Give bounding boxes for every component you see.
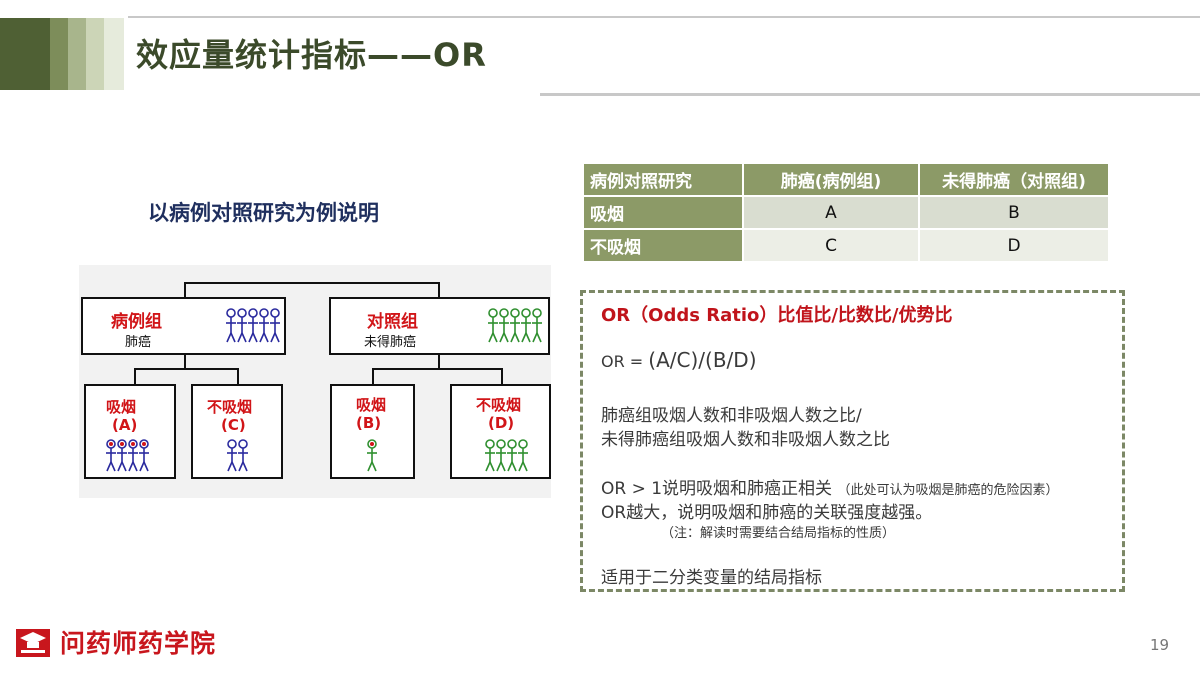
connector (184, 354, 186, 369)
table-header-cell: 病例对照研究 (582, 162, 744, 197)
or-explanation-box: OR（Odds Ratio）比值比/比数比/优势比 OR = (A/C)/(B/… (580, 290, 1125, 592)
or-desc-line-2: 未得肺癌组吸烟人数和非吸烟人数之比 (601, 430, 890, 450)
table-header-cell: 肺癌(病例组) (742, 162, 920, 197)
connector (184, 282, 440, 284)
or-rule-1: OR > 1说明吸烟和肺癌正相关 （此处可认为吸烟是肺癌的危险因素） (601, 474, 1058, 499)
page-number: 19 (1150, 636, 1170, 654)
table-row: 吸烟 A B (582, 195, 1110, 230)
control-group-box: 对照组 未得肺癌 (329, 297, 550, 355)
cell-c-label: 不吸烟 (207, 398, 253, 416)
control-people-icon (488, 308, 542, 343)
header-underline (540, 93, 1200, 96)
header-top-line (128, 16, 1200, 18)
header-color-bars (0, 18, 124, 90)
cell-d-label: 不吸烟 (476, 396, 522, 414)
or-rule-1-note: （此处可认为吸烟是肺癌的危险因素） (837, 483, 1059, 498)
connector (438, 354, 440, 369)
slide-subtitle: 以病例对照研究为例说明 (148, 201, 379, 225)
or-formula-value: (A/C)/(B/D) (648, 348, 757, 372)
connector (184, 282, 186, 298)
cell-b-box: 吸烟 (B) (330, 384, 415, 479)
case-people-icon (226, 308, 280, 343)
smoker-control-person-icon (367, 439, 377, 472)
or-desc-line-1: 肺癌组吸烟人数和非吸烟人数之比/ (601, 406, 862, 426)
case-group-box: 病例组 肺癌 (81, 297, 286, 355)
table-header-cell: 未得肺癌（对照组) (918, 162, 1110, 197)
or-rule-1-text: OR > 1说明吸烟和肺癌正相关 (601, 479, 833, 499)
case-group-title: 病例组 (111, 312, 162, 332)
graduation-cap-icon (16, 629, 50, 657)
page-title: 效应量统计指标——OR (136, 36, 487, 74)
control-group-sub: 未得肺癌 (364, 335, 417, 350)
or-rule-2: OR越大，说明吸烟和肺癌的关联强度越强。 (601, 503, 933, 523)
connector (501, 368, 503, 385)
brand-name: 问药师药学院 (60, 629, 217, 658)
contingency-table: 病例对照研究 肺癌(病例组) 未得肺癌（对照组) 吸烟 A B 不吸烟 C D (582, 162, 1110, 263)
case-group-sub: 肺癌 (125, 335, 152, 350)
connector (438, 282, 440, 298)
or-formula: OR = (A/C)/(B/D) (601, 348, 757, 372)
cell-a-box: 吸烟 (A) (84, 384, 176, 479)
cell-c-letter: (C) (221, 416, 246, 434)
connector (134, 368, 239, 370)
cell-b-letter: (B) (356, 414, 382, 432)
or-applies: 适用于二分类变量的结局指标 (601, 568, 822, 588)
cell-c-box: 不吸烟 (C) (191, 384, 283, 479)
table-cell: B (918, 195, 1110, 230)
table-row: 不吸烟 C D (582, 228, 1110, 263)
connector (237, 368, 239, 385)
nonsmoker-case-people-icon (227, 439, 248, 472)
or-note: （注：解读时需要结合结局指标的性质） (661, 526, 896, 541)
table-cell: D (918, 228, 1110, 263)
or-formula-prefix: OR = (601, 352, 649, 371)
control-group-title: 对照组 (367, 312, 418, 332)
table-cell: C (742, 228, 920, 263)
nonsmoker-control-people-icon (485, 439, 528, 472)
table-row-label: 吸烟 (582, 195, 744, 230)
cell-a-label: 吸烟 (106, 398, 137, 416)
connector (372, 368, 374, 385)
brand-logo: 问药师药学院 (14, 624, 216, 660)
cell-d-letter: (D) (488, 414, 515, 432)
table-cell: A (742, 195, 920, 230)
cell-a-letter: (A) (112, 416, 138, 434)
smoker-case-people-icon (106, 439, 149, 472)
cell-b-label: 吸烟 (356, 396, 387, 414)
table-row-label: 不吸烟 (582, 228, 744, 263)
connector (134, 368, 136, 385)
table-header-row: 病例对照研究 肺癌(病例组) 未得肺癌（对照组) (582, 162, 1110, 197)
or-title: OR（Odds Ratio）比值比/比数比/优势比 (601, 305, 953, 326)
cell-d-box: 不吸烟 (D) (450, 384, 551, 479)
case-control-diagram: 病例组 肺癌 对照组 未得肺癌 吸烟 (A) 不吸烟 (C) 吸烟 (B) 不吸… (79, 265, 551, 498)
